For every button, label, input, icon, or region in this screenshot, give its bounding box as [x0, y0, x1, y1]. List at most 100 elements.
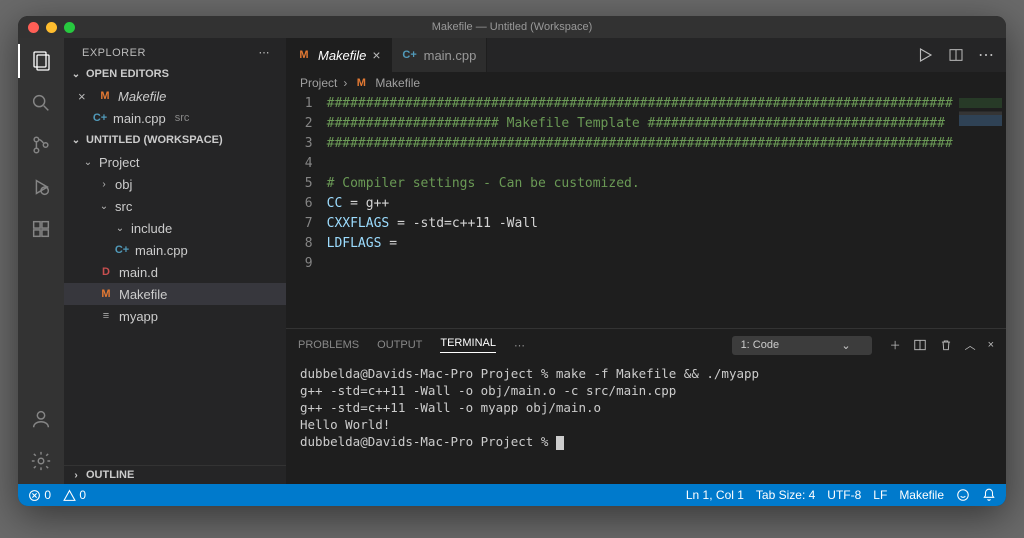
chevron-down-icon: ⌄ [114, 223, 126, 234]
tab-makefile[interactable]: M Makefile × [286, 38, 392, 72]
folder-project[interactable]: ⌄ Project [64, 151, 286, 173]
panel-tab-problems[interactable]: PROBLEMS [298, 339, 359, 351]
titlebar[interactable]: Makefile — Untitled (Workspace) [18, 16, 1006, 38]
open-editor-makefile[interactable]: × M Makefile [64, 85, 286, 107]
chevron-down-icon: ⌄ [841, 339, 850, 352]
code-pane[interactable]: 123456789 ##############################… [286, 94, 1006, 328]
gutter: 123456789 [286, 94, 327, 328]
editor-split: 123456789 ##############################… [286, 94, 1006, 328]
folder-obj[interactable]: › obj [64, 173, 286, 195]
folder-label: Project [99, 155, 139, 170]
file-maind[interactable]: D main.d [64, 261, 286, 283]
code-lines[interactable]: ########################################… [327, 94, 953, 328]
window-title: Makefile — Untitled (Workspace) [432, 21, 593, 33]
traffic-lights [28, 22, 75, 33]
chevron-right-icon: › [343, 76, 347, 90]
tab-label: Makefile [318, 48, 366, 63]
file-maincpp[interactable]: C+ main.cpp [64, 239, 286, 261]
status-errors[interactable]: 0 [28, 488, 51, 502]
maximize-panel-icon[interactable]: ︿ [965, 337, 976, 353]
extensions-icon[interactable] [28, 216, 54, 242]
search-icon[interactable] [28, 90, 54, 116]
folder-src[interactable]: ⌄ src [64, 195, 286, 217]
file-label: Makefile [119, 287, 167, 302]
sidebar-more-icon[interactable]: ⋯ [259, 46, 271, 59]
close-window-button[interactable] [28, 22, 39, 33]
terminal-selector[interactable]: 1: Code ⌄ [732, 336, 872, 355]
open-editors-header[interactable]: ⌄ OPEN EDITORS [64, 65, 286, 83]
file-label: myapp [119, 309, 158, 324]
folder-include[interactable]: ⌄ include [64, 217, 286, 239]
debug-icon[interactable] [28, 174, 54, 200]
open-editor-label: main.cpp [113, 111, 166, 126]
minimap[interactable] [953, 94, 1006, 328]
makefile-icon: M [98, 286, 114, 302]
notifications-icon[interactable] [982, 488, 996, 502]
sidebar-title: EXPLORER [82, 47, 146, 59]
workspace-header[interactable]: ⌄ UNTITLED (WORKSPACE) [64, 131, 286, 149]
tab-maincpp[interactable]: C+ main.cpp [392, 38, 488, 72]
file-makefile[interactable]: M Makefile [64, 283, 286, 305]
status-eol[interactable]: LF [873, 488, 887, 502]
cpp-icon: C+ [402, 47, 418, 63]
folder-label: obj [115, 177, 132, 192]
panel-tabs: PROBLEMS OUTPUT TERMINAL ⋯ 1: Code ⌄ ＋ ︿ [286, 329, 1006, 361]
open-editor-maincpp[interactable]: C+ main.cpp src [64, 107, 286, 129]
more-icon[interactable]: ⋯ [978, 45, 994, 65]
minimize-window-button[interactable] [46, 22, 57, 33]
workspace-label: UNTITLED (WORKSPACE) [86, 134, 223, 146]
more-icon[interactable]: ⋯ [514, 339, 525, 352]
cpp-icon: C+ [114, 242, 130, 258]
activity-bar [18, 38, 64, 484]
file-myapp[interactable]: ≡ myapp [64, 305, 286, 327]
outline-header[interactable]: › OUTLINE [64, 465, 286, 484]
folder-label: include [131, 221, 172, 236]
panel-tab-output[interactable]: OUTPUT [377, 339, 422, 351]
panel-tab-terminal[interactable]: TERMINAL [440, 337, 496, 353]
editor-area: M Makefile × C+ main.cpp ⋯ Project › [286, 38, 1006, 484]
run-icon[interactable] [916, 46, 934, 64]
explorer-icon[interactable] [28, 48, 54, 74]
breadcrumb-parent[interactable]: Project [300, 76, 337, 90]
chevron-down-icon: ⌄ [70, 135, 82, 146]
outline-label: OUTLINE [86, 469, 134, 481]
status-tabsize[interactable]: Tab Size: 4 [756, 488, 815, 502]
file-icon: ≡ [98, 308, 114, 324]
d-icon: D [98, 264, 114, 280]
split-editor-icon[interactable] [948, 47, 964, 63]
makefile-icon: M [296, 47, 312, 63]
close-icon[interactable]: × [372, 47, 380, 63]
open-editor-sublabel: src [175, 112, 190, 124]
bottom-panel: PROBLEMS OUTPUT TERMINAL ⋯ 1: Code ⌄ ＋ ︿ [286, 328, 1006, 484]
breadcrumb[interactable]: Project › M Makefile [286, 72, 1006, 94]
status-lncol[interactable]: Ln 1, Col 1 [686, 488, 744, 502]
vscode-window: Makefile — Untitled (Workspace) [18, 16, 1006, 506]
close-icon[interactable]: × [78, 89, 92, 104]
kill-terminal-icon[interactable] [939, 338, 953, 352]
status-encoding[interactable]: UTF-8 [827, 488, 861, 502]
split-terminal-icon[interactable] [913, 338, 927, 352]
status-language[interactable]: Makefile [899, 488, 944, 502]
terminal[interactable]: dubbelda@Davids-Mac-Pro Project % make -… [286, 361, 1006, 484]
status-warnings[interactable]: 0 [63, 488, 86, 502]
open-editors-label: OPEN EDITORS [86, 68, 169, 80]
accounts-icon[interactable] [28, 406, 54, 432]
main-body: EXPLORER ⋯ ⌄ OPEN EDITORS × M Makefile C… [18, 38, 1006, 484]
folder-label: src [115, 199, 132, 214]
maximize-window-button[interactable] [64, 22, 75, 33]
open-editors-tree: × M Makefile C+ main.cpp src [64, 83, 286, 131]
breadcrumb-file[interactable]: Makefile [375, 76, 420, 90]
file-label: main.cpp [135, 243, 188, 258]
close-panel-icon[interactable]: × [988, 339, 994, 351]
chevron-right-icon: › [98, 179, 110, 190]
panel-actions: ＋ ︿ × [890, 337, 994, 353]
sidebar: EXPLORER ⋯ ⌄ OPEN EDITORS × M Makefile C… [64, 38, 286, 484]
new-terminal-icon[interactable]: ＋ [890, 337, 901, 353]
source-control-icon[interactable] [28, 132, 54, 158]
settings-icon[interactable] [28, 448, 54, 474]
cpp-icon: C+ [92, 110, 108, 126]
makefile-icon: M [353, 75, 369, 91]
file-label: main.d [119, 265, 158, 280]
tabs-actions: ⋯ [904, 38, 1006, 72]
feedback-icon[interactable] [956, 488, 970, 502]
